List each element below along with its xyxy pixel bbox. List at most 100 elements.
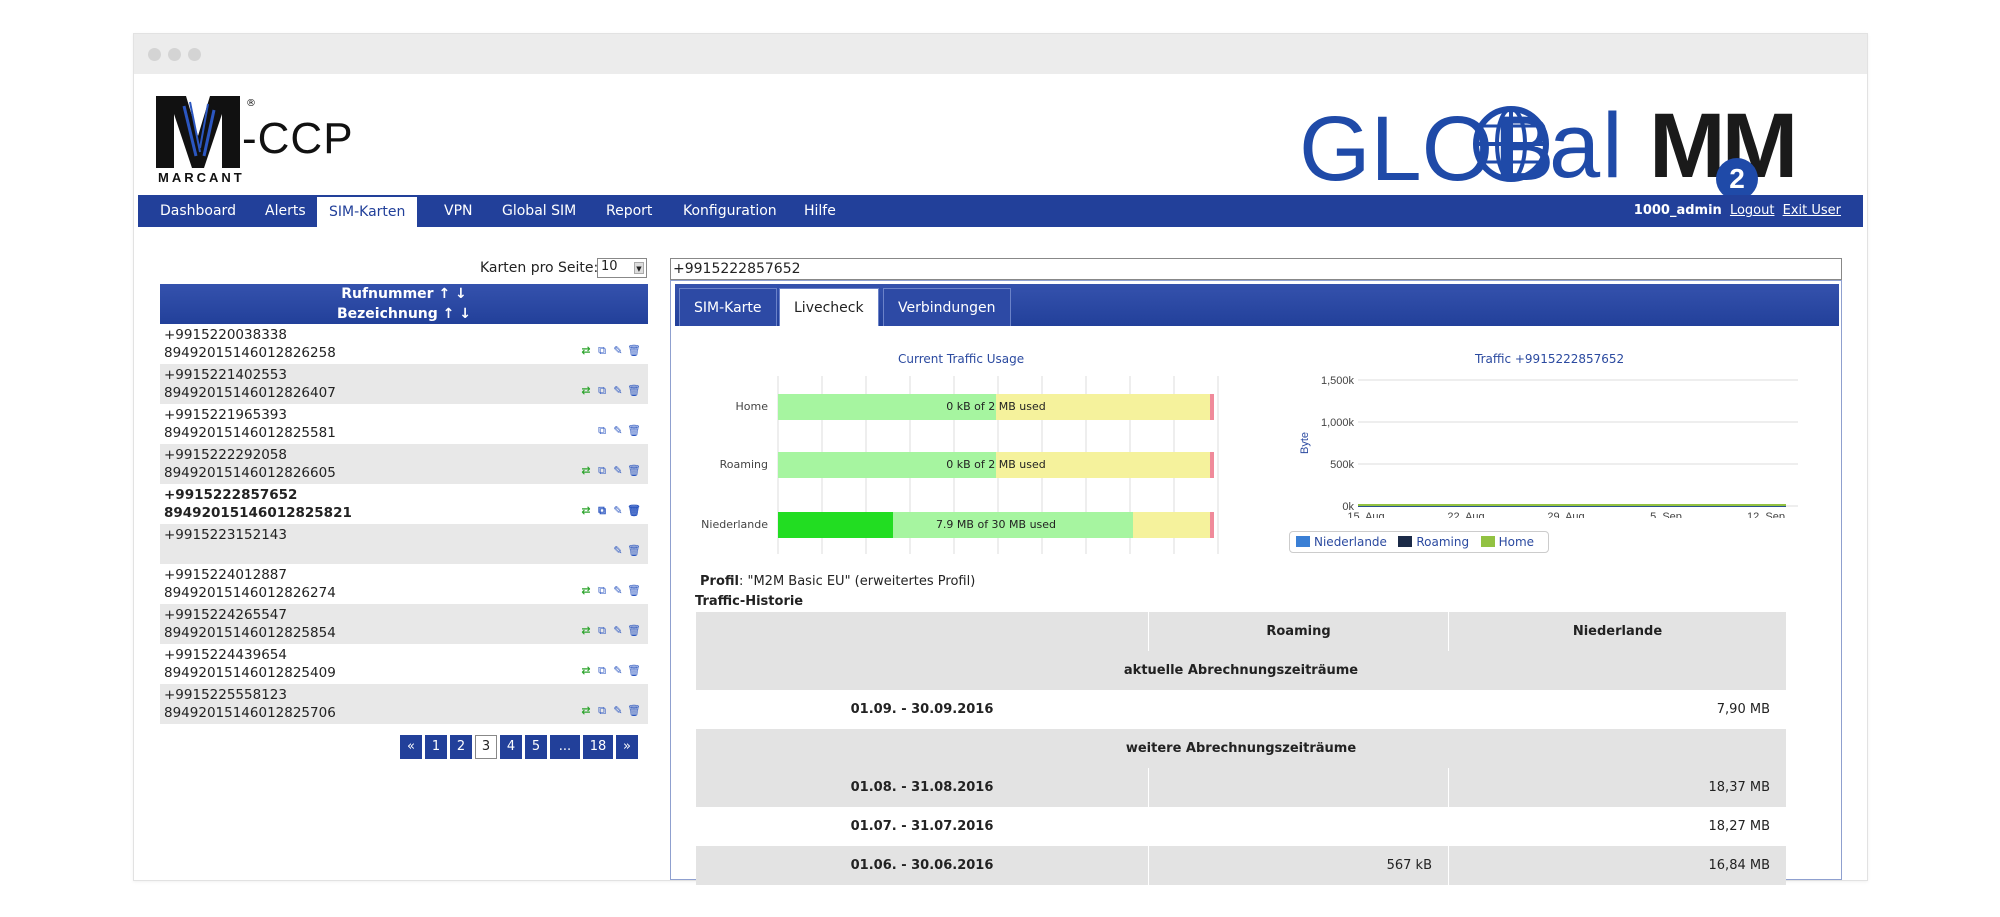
edit-icon[interactable]: ✎ (610, 662, 626, 680)
pager-page[interactable]: 3 (475, 735, 497, 759)
sim-row-actions: ✎ 🗑 (578, 542, 642, 560)
tab-sim-karte[interactable]: SIM-Karte (679, 288, 777, 326)
window-close-dot[interactable] (148, 48, 161, 61)
switch-icon[interactable]: ⇄ (578, 622, 594, 640)
trash-icon[interactable]: 🗑 (626, 422, 642, 440)
external-link-icon[interactable]: ⧉ (594, 422, 610, 440)
edit-icon[interactable]: ✎ (610, 342, 626, 360)
pager-page[interactable]: 1 (425, 735, 447, 759)
external-link-icon[interactable]: ⧉ (594, 462, 610, 480)
pager-page[interactable]: 2 (450, 735, 472, 759)
switch-icon[interactable]: ⇄ (578, 582, 594, 600)
legend-roaming[interactable]: Roaming (1416, 535, 1469, 549)
trash-icon[interactable]: 🗑 (626, 582, 642, 600)
sim-list-item[interactable]: +9915224012887 89492015146012826274 ⇄ ⧉ ✎ 🗑 (160, 564, 648, 604)
trash-icon[interactable]: 🗑 (626, 502, 642, 520)
per-page-select[interactable]: 10 ▼ (597, 258, 647, 278)
nav-dashboard[interactable]: Dashboard (148, 195, 248, 227)
sim-list-item[interactable]: +9915221402553 89492015146012826407 ⇄ ⧉ ✎ 🗑 (160, 364, 648, 404)
usage-bar-text: 0 kB of 2 MB used (946, 458, 1046, 471)
sort-bezeichnung[interactable]: Bezeichnung ↑ ↓ (160, 304, 648, 324)
globalm2m-logo: GLOB al MM 2 (1299, 96, 1839, 206)
trash-icon[interactable]: 🗑 (626, 542, 642, 560)
nav-konfiguration[interactable]: Konfiguration (671, 195, 789, 227)
nav-hilfe[interactable]: Hilfe (792, 195, 848, 227)
sim-table-header: Rufnummer ↑ ↓ Bezeichnung ↑ ↓ (160, 284, 648, 324)
external-link-icon[interactable]: ⧉ (594, 702, 610, 720)
trash-icon[interactable]: 🗑 (626, 702, 642, 720)
external-link-icon[interactable]: ⧉ (594, 382, 610, 400)
sim-row-actions: ⇄ ⧉ ✎ 🗑 (578, 582, 642, 600)
external-link-icon[interactable]: ⧉ (594, 662, 610, 680)
edit-icon[interactable]: ✎ (610, 382, 626, 400)
traffic-legend: Niederlande Roaming Home (1289, 531, 1549, 553)
window-maximize-dot[interactable] (188, 48, 201, 61)
history-row: 01.07. - 31.07.2016 18,27 MB (696, 807, 1786, 846)
sort-rufnummer[interactable]: Rufnummer ↑ ↓ (160, 284, 648, 304)
pager-next[interactable]: » (616, 735, 638, 759)
external-link-icon[interactable]: ⧉ (594, 502, 610, 520)
switch-icon[interactable]: ⇄ (578, 462, 594, 480)
switch-icon[interactable]: ⇄ (578, 382, 594, 400)
sim-list-item[interactable]: +9915220038338 89492015146012826258 ⇄ ⧉ ✎ 🗑 (160, 324, 648, 364)
history-column-header: Roaming (1148, 612, 1448, 651)
detail-tabbar: SIM-Karte Livecheck Verbindungen (675, 284, 1839, 326)
sim-list-item[interactable]: +9915224265547 89492015146012825854 ⇄ ⧉ ✎ 🗑 (160, 604, 648, 644)
history-row: 01.08. - 31.08.2016 18,37 MB (696, 768, 1786, 807)
sim-row-actions: ⇄ ⧉ ✎ 🗑 (578, 342, 642, 360)
edit-icon[interactable]: ✎ (610, 462, 626, 480)
legend-home[interactable]: Home (1499, 535, 1534, 549)
tab-livecheck[interactable]: Livecheck (779, 288, 879, 326)
edit-icon[interactable]: ✎ (610, 622, 626, 640)
external-link-icon[interactable]: ⧉ (594, 582, 610, 600)
tab-verbindungen[interactable]: Verbindungen (883, 288, 1011, 326)
nav-global-sim[interactable]: Global SIM (490, 195, 588, 227)
sim-list-item[interactable]: +9915223152143 ✎ 🗑 (160, 524, 648, 564)
usage-bar: 7.9 MB of 30 MB used (778, 512, 1214, 538)
edit-icon[interactable]: ✎ (610, 502, 626, 520)
edit-icon[interactable]: ✎ (610, 542, 626, 560)
pager-page[interactable]: 18 (583, 735, 613, 759)
marcant-ccp-logo[interactable]: ® -CCP MARCANT (156, 96, 376, 186)
switch-icon[interactable]: ⇄ (578, 342, 594, 360)
logout-link[interactable]: Logout (1730, 203, 1775, 218)
sim-list-item[interactable]: +9915222857652 89492015146012825821 ⇄ ⧉ ✎ 🗑 (160, 484, 648, 524)
pager-prev[interactable]: « (400, 735, 422, 759)
sim-search-input[interactable]: +9915222857652 (670, 258, 1842, 280)
traffic-xtick: 12. Sep (1747, 511, 1785, 518)
logo-al-text: al (1549, 95, 1625, 197)
exit-user-link[interactable]: Exit User (1783, 203, 1841, 218)
edit-icon[interactable]: ✎ (610, 582, 626, 600)
legend-niederlande[interactable]: Niederlande (1314, 535, 1387, 549)
switch-icon[interactable]: ⇄ (578, 662, 594, 680)
sim-list-item[interactable]: +9915222292058 89492015146012826605 ⇄ ⧉ ✎ 🗑 (160, 444, 648, 484)
window-minimize-dot[interactable] (168, 48, 181, 61)
trash-icon[interactable]: 🗑 (626, 342, 642, 360)
switch-icon[interactable]: ⇄ (578, 702, 594, 720)
pager-page[interactable]: ... (550, 735, 580, 759)
sim-row-actions: ⇄ ⧉ ✎ 🗑 (578, 502, 642, 520)
sim-list-item[interactable]: +9915224439654 89492015146012825409 ⇄ ⧉ ✎ 🗑 (160, 644, 648, 684)
history-period: 01.06. - 30.06.2016 (850, 858, 994, 873)
edit-icon[interactable]: ✎ (610, 422, 626, 440)
external-link-icon[interactable]: ⧉ (594, 342, 610, 360)
nav-alerts[interactable]: Alerts (253, 195, 318, 227)
nav-vpn[interactable]: VPN (432, 195, 485, 227)
sim-list-item[interactable]: +9915221965393 89492015146012825581 ⧉ ✎ 🗑 (160, 404, 648, 444)
trash-icon[interactable]: 🗑 (626, 662, 642, 680)
sim-list-item[interactable]: +9915225558123 89492015146012825706 ⇄ ⧉ ✎ 🗑 (160, 684, 648, 724)
pager-page[interactable]: 4 (500, 735, 522, 759)
trash-icon[interactable]: 🗑 (626, 622, 642, 640)
trash-icon[interactable]: 🗑 (626, 382, 642, 400)
external-link-icon[interactable]: ⧉ (594, 622, 610, 640)
edit-icon[interactable]: ✎ (610, 702, 626, 720)
nav-report[interactable]: Report (594, 195, 664, 227)
dropdown-arrow-icon: ▼ (634, 262, 644, 274)
sim-iccid: 89492015146012826258 (164, 345, 336, 361)
nav-sim-karten[interactable]: SIM-Karten (317, 197, 418, 227)
history-header-row: Roaming Niederlande (696, 612, 1786, 651)
pager-page[interactable]: 5 (525, 735, 547, 759)
switch-icon[interactable]: ⇄ (578, 502, 594, 520)
trash-icon[interactable]: 🗑 (626, 462, 642, 480)
sim-iccid: 89492015146012825854 (164, 625, 336, 641)
